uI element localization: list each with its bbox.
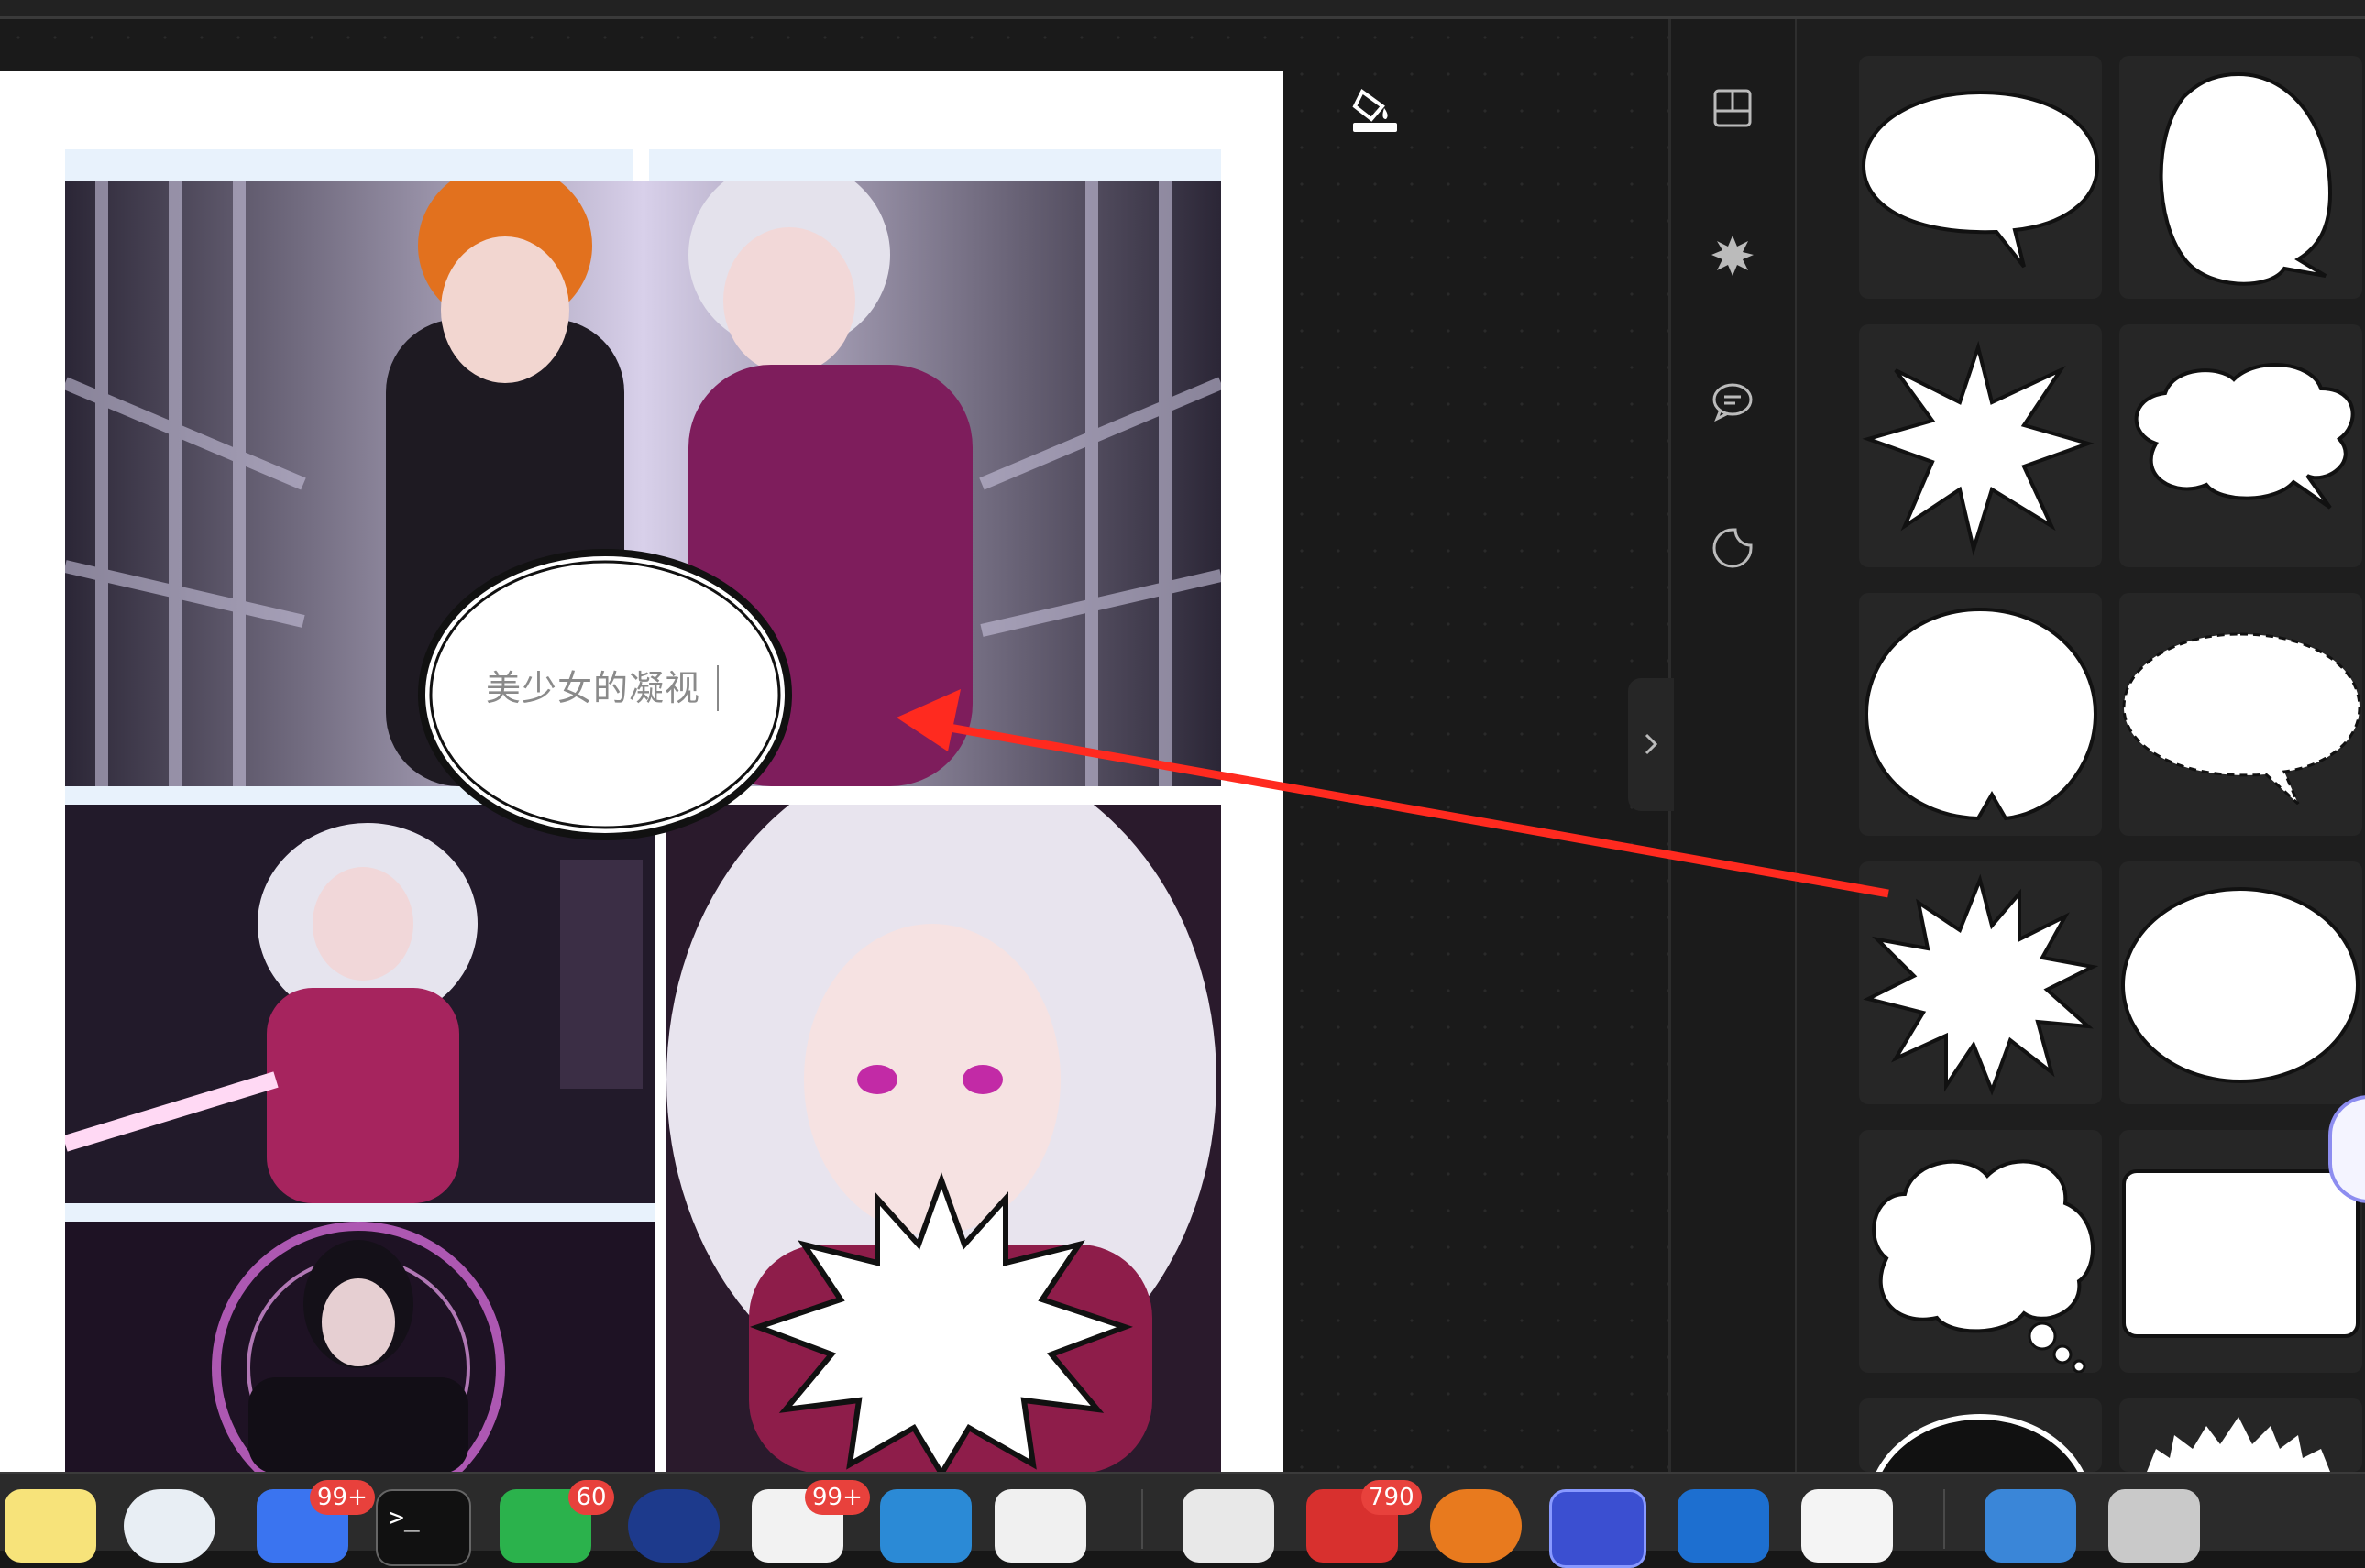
starburst-bubble[interactable] [1859, 861, 2102, 1104]
typora-icon[interactable] [995, 1489, 1086, 1563]
pages-icon[interactable] [1182, 1489, 1274, 1563]
collapse-panel-button[interactable] [1628, 678, 1674, 811]
dashed-oval-bubble[interactable] [2119, 593, 2362, 836]
panel-top-gutter [65, 149, 633, 182]
teamviewer-icon[interactable] [628, 1489, 720, 1563]
speech-bubble-text[interactable]: 美少女的凝视 [486, 660, 733, 710]
comic-panel-3[interactable] [65, 1222, 655, 1474]
blender-icon[interactable] [1430, 1489, 1522, 1563]
cloud-drive-icon[interactable] [1801, 1489, 1893, 1563]
trash-icon[interactable] [2108, 1489, 2200, 1563]
layout-icon[interactable] [1708, 83, 1757, 133]
android-studio-icon[interactable] [124, 1489, 215, 1563]
dock-separator [1141, 1489, 1143, 1549]
burst-icon[interactable] [1708, 230, 1757, 280]
flash-burst-bubble[interactable] [2119, 1398, 2362, 1472]
terminal-icon[interactable]: >_ [376, 1489, 471, 1566]
downloads-icon[interactable] [1985, 1489, 2076, 1563]
plain-oval-bubble[interactable] [2119, 861, 2362, 1104]
vscode-icon[interactable] [880, 1489, 972, 1563]
notification-badge: 60 [568, 1480, 614, 1515]
notification-badge: 790 [1361, 1480, 1422, 1515]
panel-3-artwork [65, 1222, 655, 1474]
paint-bucket-icon[interactable] [1349, 82, 1401, 134]
notification-badge: 99+ [310, 1480, 375, 1515]
black-oval-bubble[interactable] [1859, 1398, 2102, 1472]
spiky-burst-bubble[interactable] [1859, 324, 2102, 567]
cloud-speech-bubble[interactable] [2119, 324, 2362, 567]
oval-speech-bubble[interactable] [1859, 56, 2102, 299]
terminal-prompt-glyph: >_ [389, 1502, 420, 1532]
tool-strip [1671, 19, 1795, 1472]
app-f-icon[interactable] [1549, 1489, 1646, 1568]
panel-top-gutter [649, 149, 1221, 182]
rounded-rectangle-bubble[interactable] [2119, 1130, 2362, 1373]
tall-oval-speech-bubble[interactable] [2119, 56, 2362, 299]
notes-icon[interactable] [5, 1489, 96, 1563]
comic-panel-2[interactable] [65, 805, 655, 1203]
dock-separator [1943, 1489, 1945, 1549]
sticker-icon[interactable] [1708, 523, 1757, 573]
comic-page: 美少女的凝视 [0, 71, 1283, 1474]
bubble-library-panel [1797, 19, 2365, 1472]
panel-2-artwork [65, 805, 655, 1203]
round-speech-bubble[interactable] [1859, 593, 2102, 836]
chat-bubble-icon[interactable] [1708, 377, 1757, 426]
window-top-bar [0, 0, 2365, 19]
comic-panel-4[interactable] [666, 805, 1221, 1474]
thought-cloud-bubble[interactable] [1859, 1130, 2102, 1373]
panel-4-artwork [666, 805, 1221, 1474]
notification-badge: 99+ [805, 1480, 870, 1515]
rocket-icon[interactable] [1678, 1489, 1769, 1563]
text-cursor [717, 665, 719, 711]
chevron-right-icon [1644, 733, 1658, 755]
